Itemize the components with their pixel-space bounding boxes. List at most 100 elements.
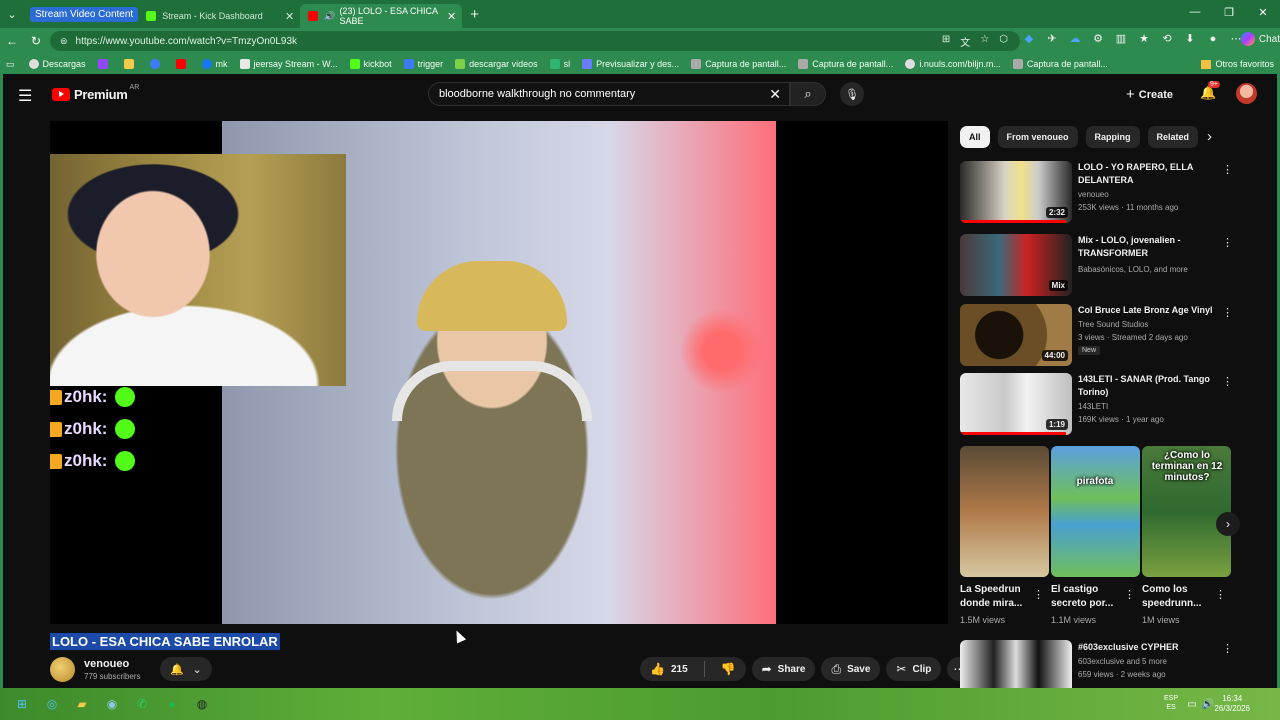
clear-search-icon[interactable]: ✕: [769, 86, 781, 103]
short-title[interactable]: La Speedrun donde mira...: [960, 583, 1038, 611]
tab-group-label[interactable]: Stream Video Content: [30, 6, 139, 22]
url-field[interactable]: ⊜ https://www.youtube.com/watch?v=TmzyOn…: [50, 31, 1020, 51]
recommendation-item[interactable]: 1:19 143LETI - SANAR (Prod. Tango Torino…: [960, 373, 1245, 437]
bookmark-trigger[interactable]: trigger: [403, 59, 443, 69]
profile-icon[interactable]: ●: [1206, 33, 1220, 45]
video-thumbnail[interactable]: 2:32: [960, 161, 1072, 223]
bookmark-descargar-videos[interactable]: descargar videos: [455, 59, 538, 69]
close-tab-icon[interactable]: ✕: [285, 10, 294, 23]
bookmark-captura-3[interactable]: Captura de pantall...: [1012, 59, 1108, 69]
tab-actions-icon[interactable]: ⌄: [0, 0, 24, 28]
browser-icon[interactable]: ◉: [104, 696, 120, 712]
bookmark-icon-3[interactable]: [149, 59, 164, 69]
minimize-icon[interactable]: —: [1178, 0, 1212, 24]
whatsapp-icon[interactable]: ✆: [134, 696, 150, 712]
short-title[interactable]: El castigo secreto por...: [1051, 583, 1129, 611]
favorite-star-icon[interactable]: ☆: [980, 34, 989, 49]
video-title[interactable]: LOLO - YO RAPERO, ELLA DELANTERA: [1078, 161, 1218, 187]
spotify-icon[interactable]: ●: [164, 696, 180, 712]
dislike-button[interactable]: 👎: [711, 657, 746, 681]
extension-translate-icon[interactable]: ✈: [1045, 32, 1059, 45]
search-input[interactable]: bloodborne walkthrough no commentary ✕: [428, 82, 790, 106]
more-vert-icon[interactable]: ⋮: [1222, 375, 1233, 388]
clip-button[interactable]: ✂ Clip: [886, 657, 942, 681]
reload-icon[interactable]: ↻: [24, 34, 48, 48]
chip-all[interactable]: All: [960, 126, 990, 148]
recommendation-item[interactable]: 2:32 LOLO - YO RAPERO, ELLA DELANTERA ve…: [960, 161, 1245, 225]
more-vert-icon[interactable]: ⋮: [1222, 642, 1233, 655]
extension-icon[interactable]: ⬡: [999, 34, 1008, 49]
more-vert-icon[interactable]: ⋮: [1222, 306, 1233, 319]
chip-related[interactable]: Related: [1147, 126, 1199, 148]
new-tab-button[interactable]: +: [470, 6, 479, 23]
split-screen-icon[interactable]: ▥: [1114, 32, 1128, 45]
video-thumbnail[interactable]: 44:00: [960, 304, 1072, 366]
chip-from-channel[interactable]: From venoueo: [997, 126, 1078, 148]
extensions-puzzle-icon[interactable]: ⚙: [1091, 32, 1105, 45]
channel-avatar[interactable]: [50, 657, 75, 682]
account-avatar[interactable]: [1236, 83, 1257, 104]
subscription-bell-button[interactable]: 🔔 ⌄: [160, 657, 212, 681]
recommendation-item[interactable]: Mix Mix - LOLO, jovenalien - TRANSFORMER…: [960, 234, 1245, 298]
bookmark-icon-2[interactable]: [123, 59, 138, 69]
translate-icon[interactable]: 文: [960, 34, 970, 49]
edge-browser-icon[interactable]: ◎: [44, 696, 60, 712]
shorts-next-button[interactable]: ›: [1216, 512, 1240, 536]
video-thumbnail[interactable]: Mix: [960, 234, 1072, 296]
windows-start-icon[interactable]: ⊞: [14, 696, 30, 712]
video-title[interactable]: #603exclusive CYPHER: [1078, 641, 1218, 654]
system-clock[interactable]: 16:34 26/3/2026: [1214, 694, 1250, 714]
copilot-button[interactable]: Chat: [1240, 32, 1280, 46]
menu-icon[interactable]: ☰: [18, 86, 32, 106]
recommendation-item[interactable]: 44:00 Col Bruce Late Bronz Age Vinyl Tre…: [960, 304, 1245, 368]
tab-youtube-video[interactable]: 🔊 (23) LOLO - ESA CHICA SABE ✕: [300, 4, 463, 28]
bookmark-mk[interactable]: mk: [201, 59, 228, 69]
short-thumbnail[interactable]: [960, 446, 1049, 577]
bookmark-previsualizar[interactable]: Previsualizar y des...: [582, 59, 679, 69]
video-thumbnail[interactable]: [960, 640, 1072, 688]
maximize-icon[interactable]: ❐: [1212, 0, 1246, 24]
video-title[interactable]: Mix - LOLO, jovenalien - TRANSFORMER: [1078, 234, 1218, 260]
short-title[interactable]: Como los speedrunn...: [1142, 583, 1220, 611]
share-button[interactable]: ➦ Share: [751, 657, 816, 681]
youtube-logo[interactable]: Premium AR: [52, 84, 139, 102]
short-thumbnail[interactable]: ¿Como lo terminan en 12 minutos?: [1142, 446, 1231, 577]
search-button[interactable]: ⌕: [790, 82, 826, 106]
input-language-indicator[interactable]: ESP ES: [1164, 694, 1178, 712]
extension-cloud-icon[interactable]: ☁: [1068, 32, 1082, 45]
back-arrow-icon[interactable]: ←: [0, 34, 24, 48]
obs-icon[interactable]: ◍: [194, 696, 210, 712]
channel-name[interactable]: venoueo: [84, 658, 129, 670]
tab-kick-dashboard[interactable]: Stream - Kick Dashboard ✕: [138, 4, 300, 28]
bookmark-youtube[interactable]: [175, 59, 190, 69]
bookmark-kickbot[interactable]: kickbot: [349, 59, 392, 69]
downloads-icon[interactable]: ⬇: [1183, 32, 1197, 45]
video-thumbnail[interactable]: 1:19: [960, 373, 1072, 435]
save-button[interactable]: ⎙ Save: [821, 657, 881, 681]
install-app-icon[interactable]: ⊞: [942, 34, 950, 49]
bookmarks-menu-icon[interactable]: ▭: [6, 59, 15, 70]
chevron-right-icon[interactable]: ›: [1207, 128, 1212, 145]
extension-shield-icon[interactable]: ◆: [1022, 32, 1036, 45]
speaker-icon[interactable]: 🔊: [324, 11, 335, 22]
bookmark-jeersay[interactable]: jeersay Stream - W...: [239, 59, 338, 69]
network-icon[interactable]: ▭: [1184, 696, 1200, 712]
history-icon[interactable]: ⟲: [1160, 32, 1174, 45]
video-player[interactable]: K z0hk: K z0hk: K z0hk:: [50, 121, 948, 624]
video-title[interactable]: Col Bruce Late Bronz Age Vinyl: [1078, 304, 1218, 317]
more-vert-icon[interactable]: ⋮: [1222, 163, 1233, 176]
more-vert-icon[interactable]: ⋮: [1215, 588, 1226, 601]
chip-rapping[interactable]: Rapping: [1085, 126, 1140, 148]
bookmark-sl[interactable]: sl: [549, 59, 570, 69]
bookmark-nuuls[interactable]: i.nuuls.com/biljn.m...: [905, 59, 1001, 69]
other-favorites[interactable]: Otros favoritos: [1201, 59, 1274, 69]
short-thumbnail[interactable]: pirafota: [1051, 446, 1140, 577]
video-title[interactable]: 143LETI - SANAR (Prod. Tango Torino): [1078, 373, 1218, 399]
bookmark-descargas[interactable]: Descargas: [28, 59, 86, 69]
more-vert-icon[interactable]: ⋮: [1222, 236, 1233, 249]
file-explorer-icon[interactable]: ▰: [74, 696, 90, 712]
close-tab-icon[interactable]: ✕: [447, 10, 456, 23]
favorites-icon[interactable]: ★: [1137, 32, 1151, 45]
bookmark-captura-1[interactable]: Captura de pantall...: [691, 59, 786, 69]
bookmark-twitch[interactable]: [97, 59, 112, 69]
